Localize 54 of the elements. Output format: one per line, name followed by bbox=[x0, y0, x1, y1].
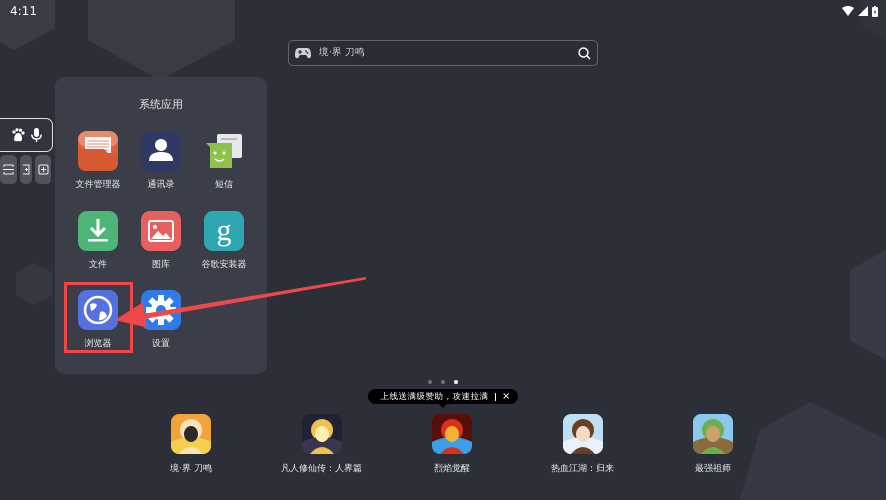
paw-icon bbox=[10, 128, 24, 142]
image-icon bbox=[141, 210, 181, 250]
person-icon bbox=[141, 131, 181, 171]
microphone-icon bbox=[30, 128, 42, 142]
game-label: 热血江湖：归来 bbox=[551, 462, 614, 475]
app-label: 文件管理器 bbox=[76, 178, 120, 191]
clock-time: 4:11 bbox=[10, 4, 37, 18]
app-label: 文件 bbox=[89, 258, 107, 270]
app-item[interactable]: 图库 bbox=[130, 210, 192, 290]
scan-button[interactable] bbox=[0, 155, 17, 184]
game-label: 境·界 刀鸣 bbox=[170, 462, 212, 475]
app-item[interactable]: 通讯录 bbox=[130, 131, 192, 210]
app-item[interactable]: 浏览器 bbox=[64, 282, 132, 353]
page-indicator-dot[interactable] bbox=[441, 380, 445, 384]
search-field[interactable]: 境·界 刀鸣 bbox=[317, 43, 572, 63]
chat-icon bbox=[204, 131, 244, 171]
battery-icon bbox=[872, 6, 878, 16]
app-label: 图库 bbox=[152, 258, 170, 270]
signal-icon bbox=[858, 6, 868, 16]
game-item[interactable]: 热血江湖：归来 bbox=[540, 414, 624, 475]
app-label: 设置 bbox=[152, 338, 170, 350]
plus-icon bbox=[22, 164, 30, 175]
plus-icon bbox=[38, 164, 48, 175]
app-label: 通讯录 bbox=[148, 178, 174, 191]
game-item[interactable]: 境·界 刀鸣 bbox=[149, 414, 233, 475]
scan-icon bbox=[3, 164, 14, 175]
add-button[interactable] bbox=[20, 155, 32, 184]
game-item[interactable]: 最强祖师 bbox=[671, 414, 755, 475]
app-label: 浏览器 bbox=[84, 338, 112, 350]
gamepad-icon bbox=[295, 48, 311, 58]
app-label: 谷歌安装器 bbox=[202, 258, 246, 270]
app-item[interactable]: 短信 bbox=[192, 131, 256, 210]
folder-title: 系统应用 bbox=[139, 97, 183, 112]
game-label: 烈焰觉醒 bbox=[434, 462, 470, 475]
globe-icon bbox=[78, 290, 118, 330]
download-icon bbox=[78, 210, 118, 250]
add-button[interactable] bbox=[35, 155, 51, 184]
app-label: 短信 bbox=[215, 178, 233, 191]
folder-icon bbox=[78, 131, 118, 171]
app-item[interactable]: g 谷歌安装器 bbox=[192, 210, 256, 290]
wifi-icon bbox=[842, 6, 854, 16]
page-indicator-dot[interactable] bbox=[454, 380, 458, 384]
page-indicator-dot[interactable] bbox=[428, 380, 432, 384]
app-item[interactable]: 文件管理器 bbox=[66, 131, 130, 210]
game-label: 凡人修仙传：人界篇 bbox=[281, 462, 362, 475]
close-button[interactable]: × bbox=[502, 392, 510, 402]
search-icon[interactable] bbox=[578, 46, 591, 60]
search-bar[interactable]: 境·界 刀鸣 bbox=[288, 40, 598, 66]
game-item[interactable]: 烈焰觉醒 bbox=[410, 414, 494, 475]
logo-icon: g bbox=[204, 210, 244, 250]
voice-search-widget[interactable] bbox=[0, 118, 53, 152]
game-label: 最强祖师 bbox=[695, 462, 731, 475]
game-item[interactable]: 凡人修仙传：人界篇 bbox=[280, 414, 364, 475]
tooltip-text: 上线送满级赞助，攻速拉满 bbox=[380, 390, 489, 402]
